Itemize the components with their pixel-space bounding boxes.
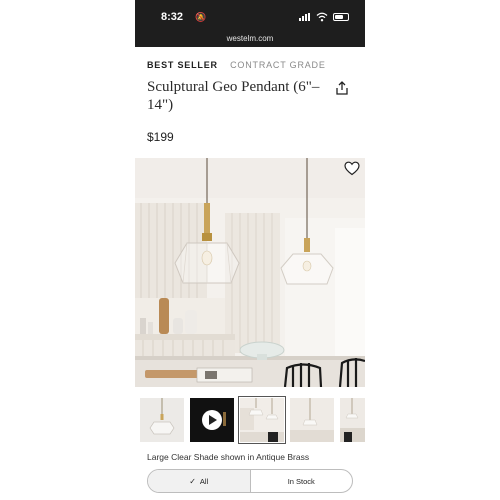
image-caption: Large Clear Shade shown in Antique Brass [147,452,310,462]
status-time: 8:32 [161,11,184,23]
thumbnail-4[interactable] [290,398,334,442]
phone-screen: 8:32 🔕 westelm.com BEST SELLER CONTRACT … [135,0,365,500]
filter-all-label: All [199,476,209,486]
contract-grade-badge: CONTRACT GRADE [230,60,326,70]
product-title: Sculptural Geo Pendant (6"–14") [147,79,320,113]
url-bar[interactable]: westelm.com [135,34,365,43]
best-seller-badge: BEST SELLER [147,60,218,70]
product-price: $199 [147,130,174,144]
filter-in-stock-option[interactable]: In Stock [251,470,353,492]
thumbnail-strip [140,396,365,444]
heart-icon[interactable] [344,161,360,176]
thumbnail-1[interactable] [140,398,184,442]
check-icon: ✓ [189,476,196,486]
bell-slash-icon: 🔕 [195,12,207,22]
status-bar: 8:32 🔕 westelm.com [135,0,365,47]
product-hero-image[interactable] [135,158,365,387]
thumbnail-3[interactable] [238,396,286,444]
filter-all-option[interactable]: ✓ All [148,470,251,492]
availability-toggle: ✓ All In Stock [147,469,353,493]
product-badges: BEST SELLER CONTRACT GRADE [147,60,326,70]
filter-in-stock-label: In Stock [287,476,315,486]
thumbnail-5[interactable] [340,398,365,442]
share-icon[interactable] [334,80,350,96]
signal-icon [299,13,311,21]
wifi-icon [316,12,328,22]
battery-icon [333,13,349,21]
thumbnail-video[interactable] [190,398,234,442]
